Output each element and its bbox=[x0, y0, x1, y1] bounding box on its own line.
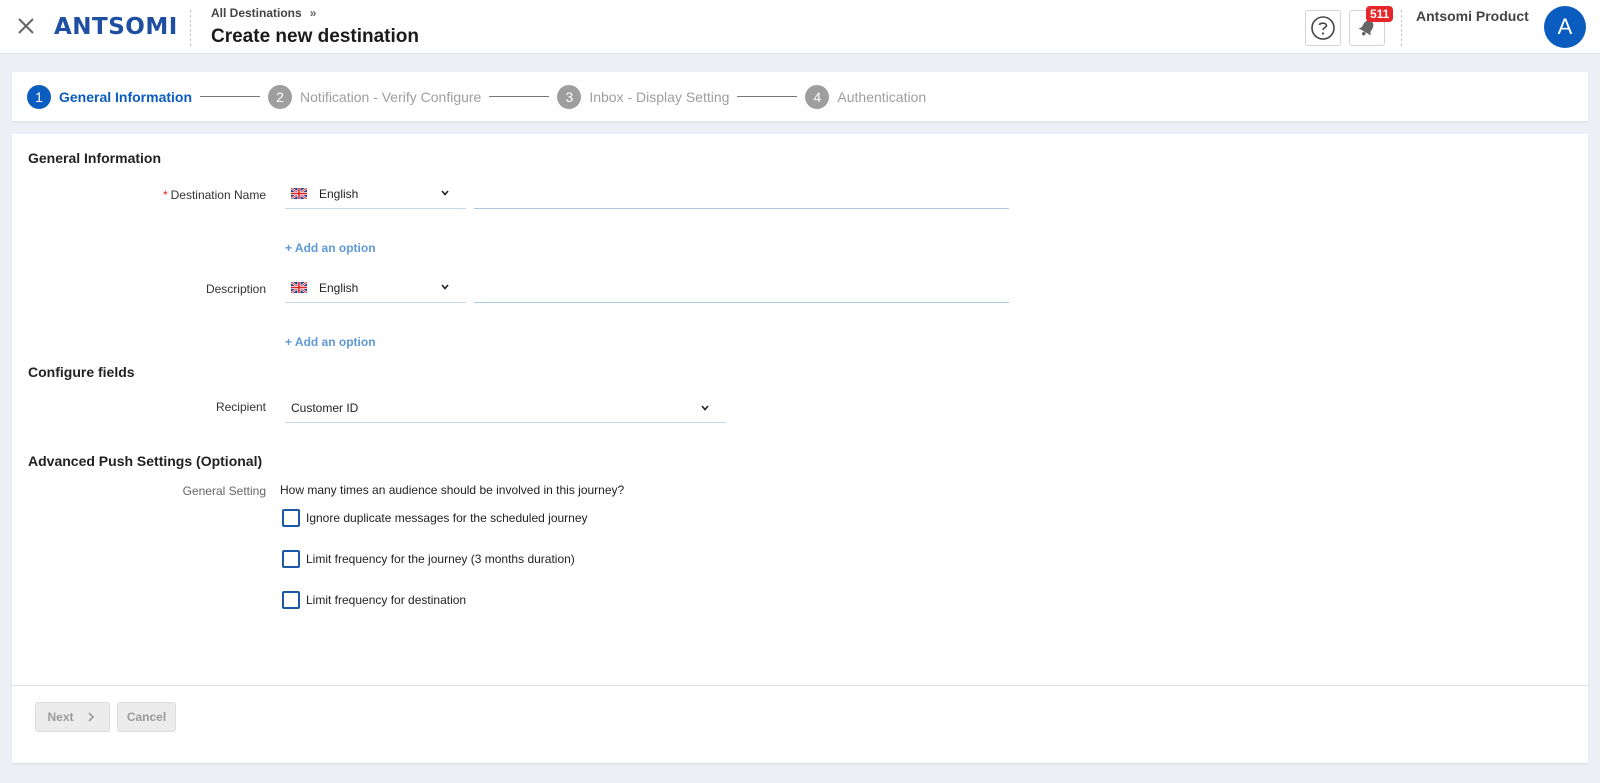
user-name: Antsomi Product bbox=[1416, 8, 1529, 24]
step-connector bbox=[737, 96, 798, 97]
involvement-question: How many times an audience should be inv… bbox=[280, 483, 625, 497]
destination-name-language-select[interactable]: English bbox=[285, 179, 466, 209]
chevron-down-icon bbox=[441, 284, 449, 290]
uk-flag-icon bbox=[290, 281, 308, 294]
help-circle-icon bbox=[1311, 16, 1335, 40]
description-language-select[interactable]: English bbox=[285, 273, 466, 303]
checkbox[interactable] bbox=[282, 591, 300, 609]
chevron-down-icon bbox=[701, 405, 709, 411]
next-button-label: Next bbox=[47, 710, 74, 724]
checkbox[interactable] bbox=[282, 550, 300, 568]
step-number: 1 bbox=[27, 84, 51, 109]
cancel-button[interactable]: Cancel bbox=[117, 702, 176, 732]
header-divider bbox=[190, 10, 191, 46]
destination-name-label: * Destination Name bbox=[12, 188, 266, 202]
steps-bar: 1 General Information 2 Notification - V… bbox=[12, 72, 1588, 121]
language-value: English bbox=[319, 186, 359, 201]
page-title: Create new destination bbox=[211, 26, 419, 47]
top-header: ANTSOMI All Destinations » Create new de… bbox=[0, 0, 1600, 54]
step-connector bbox=[200, 96, 261, 97]
limit-destination-frequency-option[interactable]: Limit frequency for destination bbox=[282, 591, 466, 609]
recipient-label: Recipient bbox=[215, 400, 266, 414]
chevron-right-icon bbox=[87, 712, 94, 722]
recipient-value: Customer ID bbox=[291, 401, 359, 415]
next-button[interactable]: Next bbox=[35, 702, 110, 732]
general-information-heading: General Information bbox=[28, 150, 162, 166]
ignore-duplicate-option[interactable]: Ignore duplicate messages for the schedu… bbox=[282, 509, 588, 527]
description-label: Description bbox=[205, 282, 266, 296]
form-card: General Information * Destination Name En… bbox=[12, 134, 1588, 763]
breadcrumb-separator-icon: » bbox=[309, 6, 317, 20]
step-connector bbox=[489, 96, 550, 97]
configure-fields-heading: Configure fields bbox=[28, 364, 135, 380]
language-value: English bbox=[319, 280, 359, 295]
breadcrumb: All Destinations » bbox=[211, 6, 316, 20]
chevron-down-icon bbox=[441, 190, 449, 196]
step-label: General Information bbox=[59, 88, 193, 105]
step-general-information[interactable]: 1 General Information bbox=[27, 84, 193, 109]
step-inbox-display[interactable]: 3 Inbox - Display Setting bbox=[557, 84, 730, 109]
step-number: 2 bbox=[268, 84, 293, 109]
add-option-link[interactable]: + Add an option bbox=[285, 335, 376, 349]
step-authentication[interactable]: 4 Authentication bbox=[805, 84, 927, 109]
help-button[interactable] bbox=[1305, 10, 1341, 46]
limit-journey-frequency-option[interactable]: Limit frequency for the journey (3 month… bbox=[282, 550, 575, 568]
header-divider bbox=[1401, 10, 1402, 46]
step-number: 3 bbox=[557, 84, 582, 109]
step-notification-verify[interactable]: 2 Notification - Verify Configure bbox=[268, 84, 482, 109]
required-mark: * bbox=[162, 188, 168, 202]
description-input[interactable] bbox=[474, 273, 1009, 303]
checkbox-label: Limit frequency for destination bbox=[306, 593, 467, 607]
step-number: 4 bbox=[805, 84, 830, 109]
destination-name-label-text: Destination Name bbox=[170, 188, 266, 202]
step-label: Authentication bbox=[837, 88, 927, 105]
breadcrumb-link[interactable]: All Destinations bbox=[211, 6, 302, 20]
recipient-select[interactable]: Customer ID bbox=[285, 394, 726, 423]
step-label: Notification - Verify Configure bbox=[300, 88, 482, 105]
step-label: Inbox - Display Setting bbox=[589, 88, 730, 105]
footer-divider bbox=[12, 685, 1588, 686]
destination-name-input[interactable] bbox=[474, 179, 1009, 209]
notification-count-badge: 511 bbox=[1366, 6, 1394, 22]
add-option-link[interactable]: + Add an option bbox=[285, 241, 376, 255]
checkbox[interactable] bbox=[282, 509, 300, 527]
close-icon[interactable] bbox=[14, 14, 38, 38]
checkbox-label: Limit frequency for the journey (3 month… bbox=[306, 552, 575, 566]
avatar[interactable]: A bbox=[1544, 6, 1586, 48]
antsomi-logo: ANTSOMI bbox=[54, 14, 178, 40]
checkbox-label: Ignore duplicate messages for the schedu… bbox=[306, 511, 588, 525]
uk-flag-icon bbox=[290, 187, 308, 200]
general-setting-label: General Setting bbox=[182, 484, 266, 498]
advanced-push-settings-heading: Advanced Push Settings (Optional) bbox=[28, 453, 263, 469]
